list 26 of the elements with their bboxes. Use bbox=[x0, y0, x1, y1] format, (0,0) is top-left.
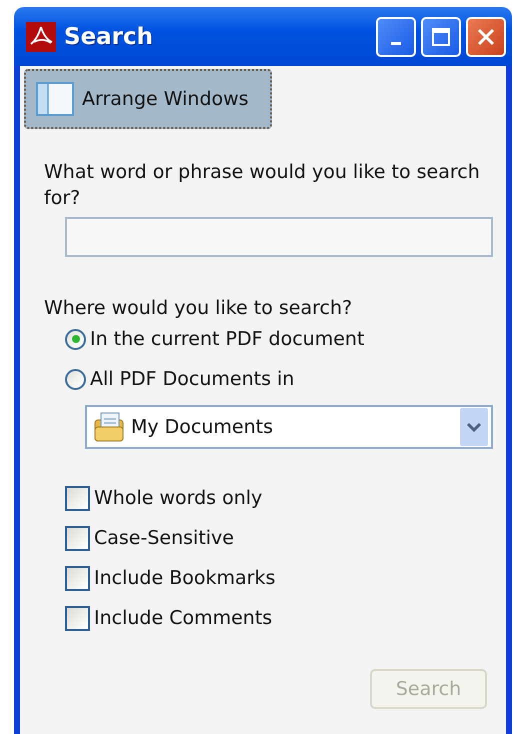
minimize-icon bbox=[391, 42, 401, 45]
checkbox[interactable] bbox=[65, 566, 90, 590]
location-question: Where would you like to search? bbox=[44, 297, 354, 319]
checkbox-label: Include Comments bbox=[94, 607, 272, 629]
radio-button[interactable] bbox=[65, 328, 86, 350]
folder-dropdown[interactable]: My Documents bbox=[85, 405, 493, 449]
close-button[interactable] bbox=[466, 16, 506, 56]
search-question: What word or phrase would you like to search for? bbox=[44, 160, 481, 211]
radio-label: In the current PDF document bbox=[90, 328, 364, 350]
checkbox[interactable] bbox=[65, 526, 90, 550]
radio-button[interactable] bbox=[65, 368, 86, 390]
arrange-windows-button[interactable]: Arrange Windows bbox=[24, 69, 272, 129]
app-logo-icon bbox=[26, 22, 56, 52]
folder-icon bbox=[93, 411, 125, 443]
checkbox[interactable] bbox=[65, 606, 90, 630]
checkbox-label: Case-Sensitive bbox=[94, 527, 234, 549]
checkbox[interactable] bbox=[65, 486, 90, 510]
checkbox-label: Include Bookmarks bbox=[94, 567, 276, 589]
search-input-field[interactable] bbox=[65, 217, 493, 257]
window-panes-icon bbox=[36, 82, 74, 116]
maximize-button[interactable] bbox=[421, 16, 461, 56]
maximize-icon bbox=[430, 26, 452, 48]
checkbox-label: Whole words only bbox=[94, 487, 262, 509]
window-title: Search bbox=[64, 24, 154, 50]
minimize-button[interactable] bbox=[376, 16, 416, 56]
radio-label: All PDF Documents in bbox=[90, 368, 294, 390]
